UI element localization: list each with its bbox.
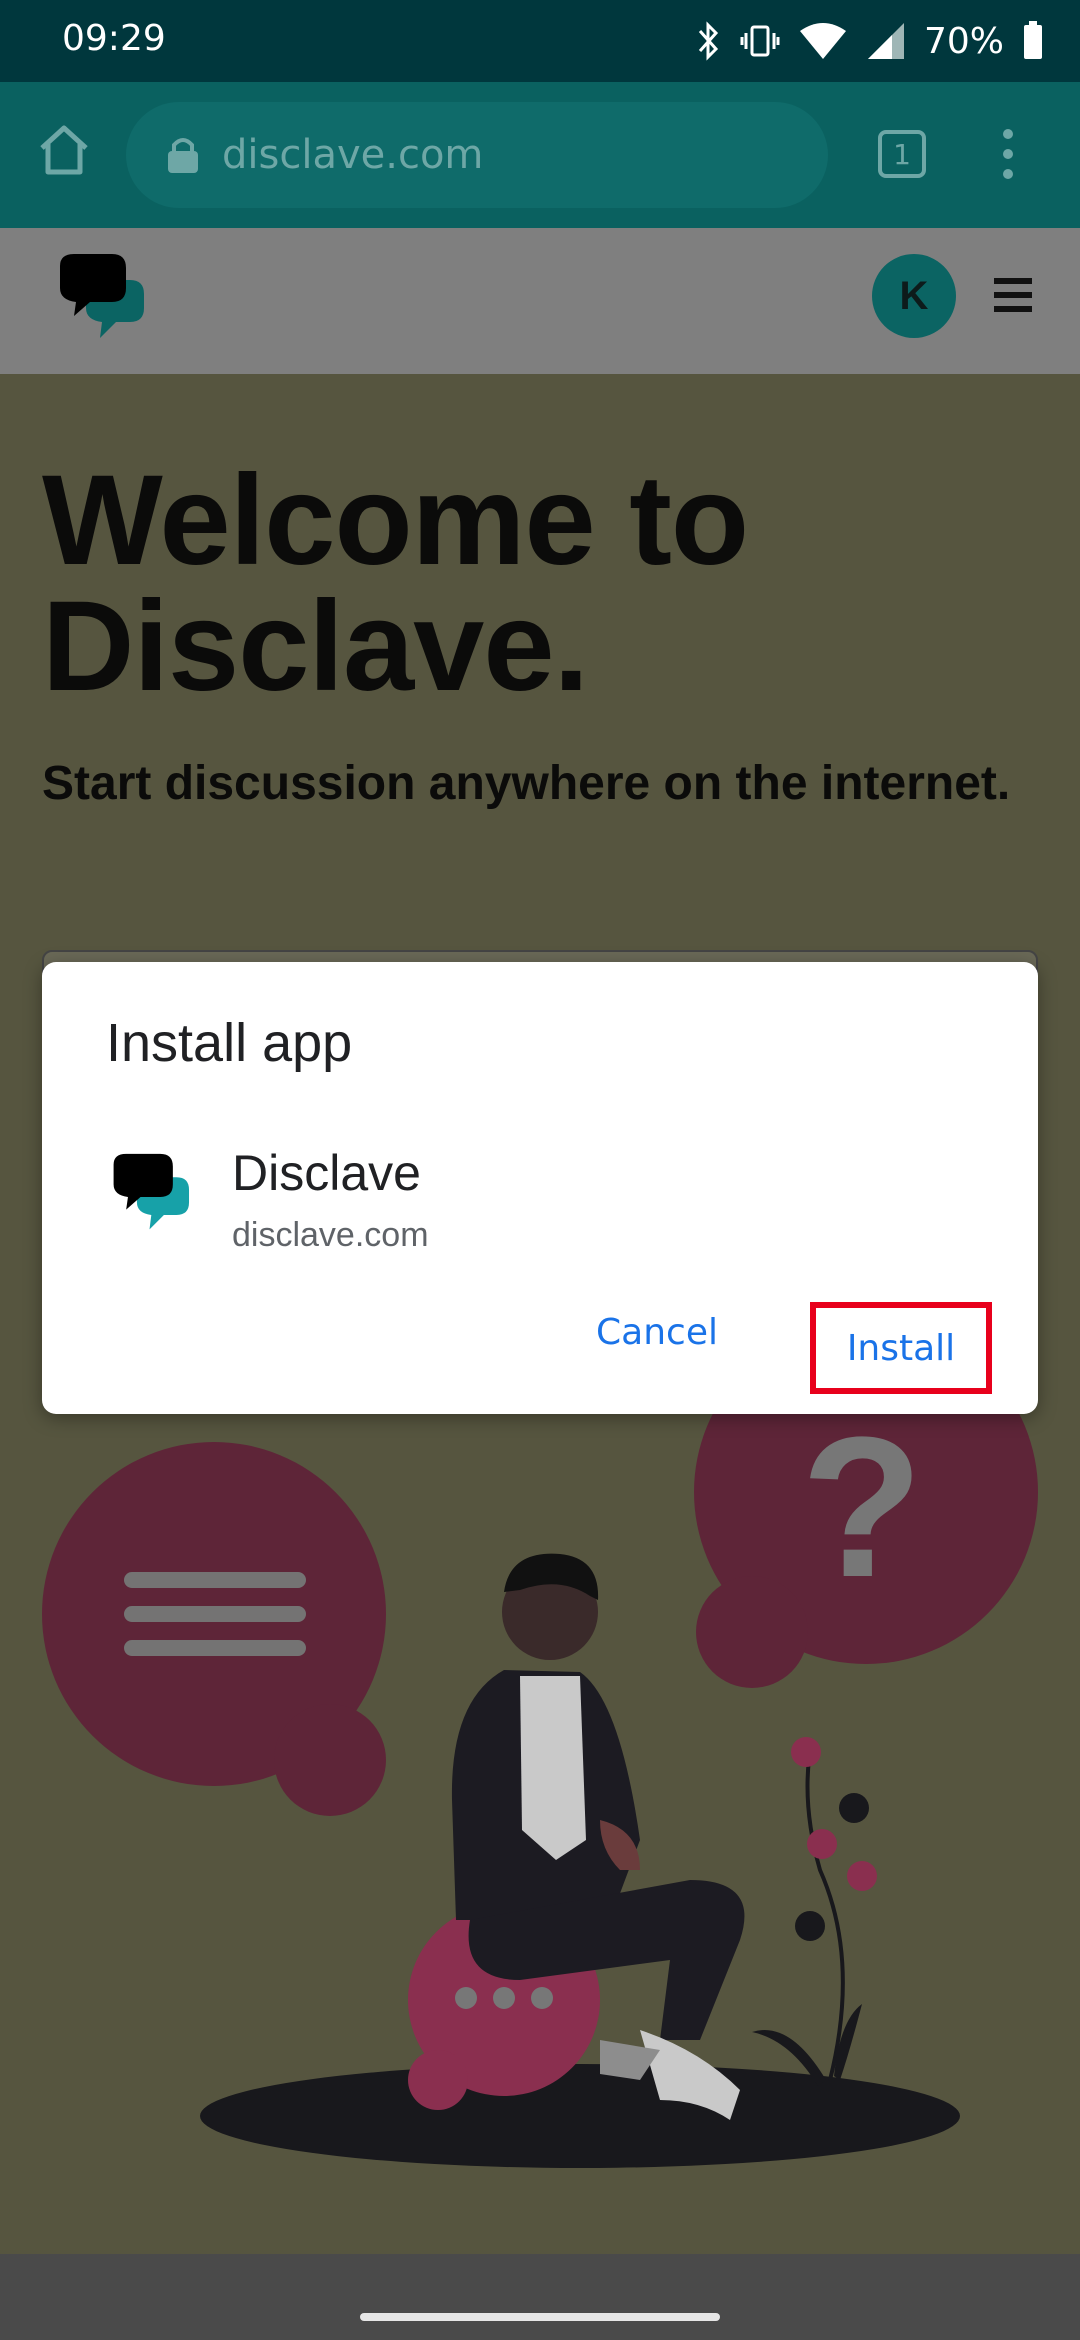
bluetooth-icon bbox=[698, 21, 719, 61]
site-header: K bbox=[0, 228, 1080, 374]
status-icons: 70% bbox=[696, 14, 1044, 68]
hero-subtitle: Start discussion anywhere on the interne… bbox=[42, 757, 1011, 810]
home-icon[interactable] bbox=[34, 120, 94, 180]
vibrate-icon bbox=[740, 25, 780, 57]
tab-switcher-button[interactable]: 1 bbox=[878, 130, 926, 178]
app-url: disclave.com bbox=[232, 1216, 429, 1254]
wifi-icon bbox=[799, 23, 846, 59]
install-button[interactable]: Install bbox=[810, 1302, 992, 1394]
svg-text:?: ? bbox=[801, 1400, 923, 1619]
status-time: 09:29 bbox=[62, 18, 166, 59]
hamburger-menu-icon[interactable] bbox=[994, 278, 1032, 314]
browser-toolbar: disclave.com 1 bbox=[0, 82, 1080, 228]
signal-icon bbox=[867, 23, 904, 59]
dialog-title: Install app bbox=[106, 1013, 353, 1073]
lock-icon bbox=[168, 138, 198, 173]
url-bar[interactable]: disclave.com bbox=[126, 102, 828, 208]
hero-title: Welcome to Disclave. bbox=[42, 449, 749, 718]
url-text: disclave.com bbox=[222, 132, 484, 178]
cancel-button[interactable]: Cancel bbox=[562, 1292, 752, 1372]
status-bar: 09:29 70% bbox=[0, 0, 1080, 82]
app-name: Disclave bbox=[232, 1145, 421, 1201]
battery-percent: 70% bbox=[923, 20, 1004, 62]
gesture-handle[interactable] bbox=[360, 2313, 720, 2321]
more-options-icon[interactable] bbox=[992, 122, 1024, 186]
user-avatar[interactable]: K bbox=[872, 254, 956, 338]
battery-icon bbox=[1024, 21, 1042, 59]
person-illustration: ? bbox=[42, 1400, 1038, 2168]
disclave-logo[interactable] bbox=[56, 252, 154, 352]
navigation-bar bbox=[0, 2254, 1080, 2340]
app-logo-icon bbox=[113, 1153, 190, 1230]
install-app-dialog: Install app Disclave disclave.com Cancel… bbox=[42, 962, 1038, 1414]
